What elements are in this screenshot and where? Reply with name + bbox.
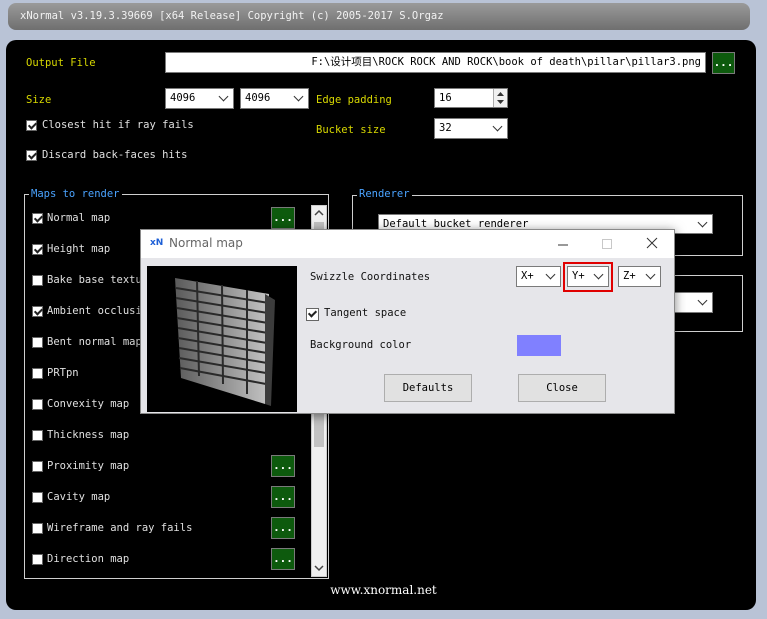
map-checkbox[interactable]	[32, 306, 43, 317]
background-color-label: Background color	[310, 339, 412, 351]
map-item[interactable]: Proximity map...	[30, 452, 300, 478]
map-checkbox[interactable]	[32, 337, 43, 348]
map-label: Direction map	[47, 553, 130, 565]
output-file-input[interactable]: F:\设计项目\ROCK ROCK AND ROCK\book of death…	[165, 52, 706, 73]
spinner-arrows-icon[interactable]	[493, 89, 507, 107]
output-file-label: Output File	[26, 57, 96, 69]
output-browse-button[interactable]: ...	[712, 52, 735, 74]
map-label: Normal map	[47, 212, 111, 224]
size-height-value: 4096	[245, 92, 271, 104]
map-checkbox[interactable]	[32, 430, 43, 441]
map-item[interactable]: Thickness map	[30, 421, 300, 447]
edge-padding-value: 16	[439, 92, 452, 104]
map-options-button[interactable]: ...	[271, 455, 295, 477]
chevron-down-icon	[697, 295, 708, 306]
maximize-icon[interactable]	[601, 238, 613, 250]
brick-preview-image	[147, 266, 297, 412]
dialog-title: Normal map	[169, 236, 243, 250]
chevron-down-icon	[293, 91, 304, 102]
map-checkbox[interactable]	[32, 399, 43, 410]
edge-padding-input[interactable]: 16	[434, 88, 508, 108]
normal-map-dialog: xN Normal map Swizzle Coordinates X+ Y+ …	[140, 229, 675, 414]
checkbox-icon[interactable]	[306, 308, 319, 321]
map-label: Cavity map	[47, 491, 111, 503]
renderer-legend: Renderer	[357, 188, 412, 200]
map-options-button[interactable]: ...	[271, 548, 295, 570]
chevron-down-icon	[593, 269, 604, 280]
map-item[interactable]: Normal map...	[30, 204, 300, 230]
map-item[interactable]: Direction map...	[30, 545, 300, 571]
xnormal-logo-icon: xN	[150, 238, 164, 248]
map-checkbox[interactable]	[32, 554, 43, 565]
map-label: Bake base texture	[47, 274, 155, 286]
tangent-space-label: Tangent space	[324, 307, 407, 319]
map-checkbox[interactable]	[32, 275, 43, 286]
swizzle-y-select[interactable]: Y+	[567, 266, 609, 287]
scroll-down-icon[interactable]	[314, 564, 324, 572]
swizzle-y-value: Y+	[572, 270, 585, 282]
chevron-down-icon	[545, 269, 556, 280]
footer-url: www.xnormal.net	[330, 583, 437, 597]
minimize-icon[interactable]	[557, 239, 569, 251]
size-width-value: 4096	[170, 92, 196, 104]
swizzle-z-select[interactable]: Z+	[618, 266, 661, 287]
checkbox-icon[interactable]	[26, 120, 37, 131]
dialog-body: Swizzle Coordinates X+ Y+ Z+ Tangent spa…	[141, 258, 674, 413]
map-item[interactable]: Wireframe and ray fails...	[30, 514, 300, 540]
size-width-select[interactable]: 4096	[165, 88, 234, 109]
map-label: Wireframe and ray fails	[47, 522, 193, 534]
swizzle-x-value: X+	[521, 270, 534, 282]
chevron-down-icon	[218, 91, 229, 102]
map-label: Convexity map	[47, 398, 130, 410]
map-checkbox[interactable]	[32, 244, 43, 255]
map-checkbox[interactable]	[32, 368, 43, 379]
window-title-bar: xNormal v3.19.3.39669 [x64 Release] Copy…	[8, 3, 750, 30]
close-icon[interactable]	[646, 237, 658, 249]
scroll-up-icon[interactable]	[314, 209, 324, 217]
background-color-swatch[interactable]	[517, 335, 561, 356]
map-checkbox[interactable]	[32, 213, 43, 224]
window-title: xNormal v3.19.3.39669 [x64 Release] Copy…	[20, 10, 444, 22]
close-button[interactable]: Close	[518, 374, 606, 402]
edge-padding-label: Edge padding	[316, 94, 392, 106]
checkbox-icon[interactable]	[26, 150, 37, 161]
bucket-size-select[interactable]: 32	[434, 118, 508, 139]
maps-legend: Maps to render	[29, 188, 122, 200]
map-checkbox[interactable]	[32, 492, 43, 503]
discard-backfaces-label: Discard back-faces hits	[42, 149, 188, 161]
map-checkbox[interactable]	[32, 523, 43, 534]
map-options-button[interactable]: ...	[271, 207, 295, 229]
size-height-select[interactable]: 4096	[240, 88, 309, 109]
size-label: Size	[26, 94, 52, 106]
defaults-button[interactable]: Defaults	[384, 374, 472, 402]
map-checkbox[interactable]	[32, 461, 43, 472]
swizzle-x-select[interactable]: X+	[516, 266, 561, 287]
map-item[interactable]: Cavity map...	[30, 483, 300, 509]
map-label: Ambient occlusion	[47, 305, 155, 317]
bucket-size-label: Bucket size	[316, 124, 386, 136]
chevron-down-icon	[645, 269, 656, 280]
map-options-button[interactable]: ...	[271, 517, 295, 539]
map-options-button[interactable]: ...	[271, 486, 295, 508]
chevron-down-icon	[697, 217, 708, 228]
map-label: Thickness map	[47, 429, 130, 441]
map-label: Bent normal map	[47, 336, 142, 348]
map-label: Proximity map	[47, 460, 130, 472]
swizzle-label: Swizzle Coordinates	[310, 271, 431, 283]
map-label: PRTpn	[47, 367, 79, 379]
swizzle-z-value: Z+	[623, 270, 636, 282]
bucket-size-value: 32	[439, 122, 452, 134]
closest-hit-label: Closest hit if ray fails	[42, 119, 194, 131]
chevron-down-icon	[492, 121, 503, 132]
map-label: Height map	[47, 243, 111, 255]
